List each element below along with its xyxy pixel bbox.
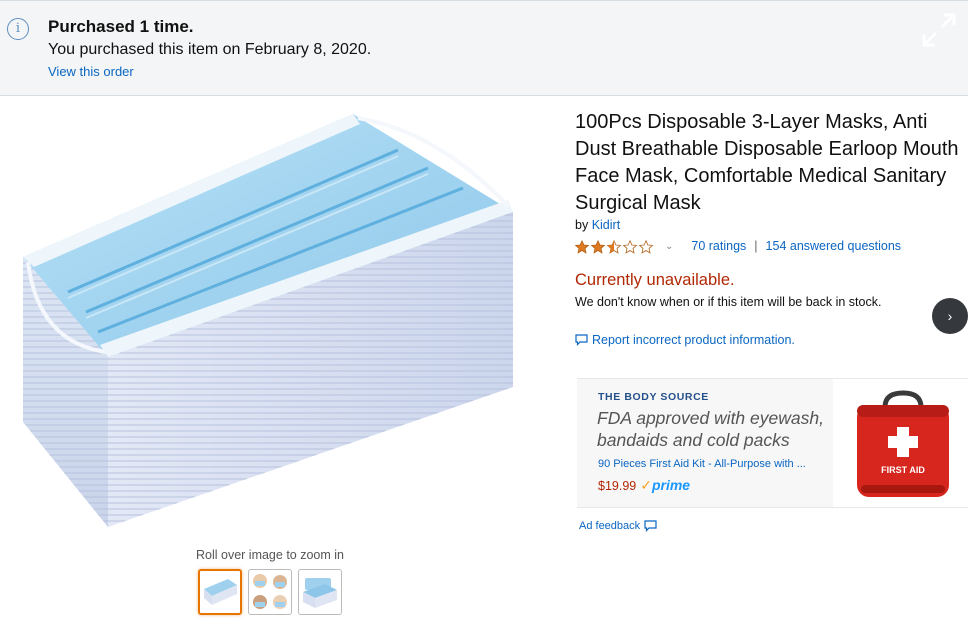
prime-badge: ✓prime <box>640 477 690 494</box>
ad-feedback-link[interactable]: Ad feedback <box>579 520 657 532</box>
rating-separator: | <box>754 239 758 253</box>
ratings-link[interactable]: 70 ratings <box>691 239 746 253</box>
first-aid-label: FIRST AID <box>881 465 925 475</box>
ad-product-link[interactable]: 90 Pieces First Aid Kit - All-Purpose wi… <box>598 458 806 470</box>
product-image[interactable] <box>8 102 538 542</box>
speech-bubble-icon <box>644 520 657 532</box>
prime-label: prime <box>651 477 691 493</box>
product-title: 100Pcs Disposable 3-Layer Masks, Anti Du… <box>575 111 959 214</box>
report-incorrect-info-link[interactable]: Report incorrect product information. <box>575 333 795 347</box>
ad-price: $19.99 <box>598 478 637 493</box>
availability-status: Currently unavailable. <box>575 271 735 289</box>
answered-questions-link[interactable]: 154 answered questions <box>766 239 902 253</box>
chevron-right-icon: › <box>947 308 953 324</box>
brand-link[interactable]: Kidirt <box>592 218 620 232</box>
purchase-banner: i Purchased 1 time. You purchased this i… <box>0 0 968 96</box>
expand-icon[interactable] <box>918 9 960 51</box>
thumbnail-mask-box[interactable] <box>298 569 342 615</box>
speech-bubble-icon <box>575 334 588 346</box>
info-icon: i <box>7 18 29 40</box>
thumbnail-mask-people[interactable] <box>248 569 292 615</box>
stock-note: We don't know when or if this item will … <box>575 295 882 309</box>
star-icons <box>575 239 653 253</box>
thumbnail-mask-stack[interactable] <box>198 569 242 615</box>
byline: by Kidirt <box>575 218 621 232</box>
chevron-down-icon: ⌄ <box>665 240 674 252</box>
ad-feedback-label: Ad feedback <box>579 520 641 532</box>
prime-check-icon: ✓ <box>640 477 652 493</box>
first-aid-kit-image: FIRST AID <box>857 390 949 497</box>
ad-headline: FDA approved with eyewash, bandaids and … <box>597 408 824 450</box>
report-link-label: Report incorrect product information. <box>592 333 795 347</box>
next-button[interactable]: › <box>932 298 968 334</box>
ad-brand: THE BODY SOURCE <box>598 391 709 403</box>
view-order-link[interactable]: View this order <box>48 64 134 79</box>
zoom-hint: Roll over image to zoom in <box>196 548 344 562</box>
star-rating[interactable]: ⌄ <box>575 239 673 254</box>
sponsored-ad[interactable]: THE BODY SOURCE FDA approved with eyewas… <box>577 378 968 508</box>
banner-text: You purchased this item on February 8, 2… <box>48 41 372 58</box>
banner-title: Purchased 1 time. <box>48 17 194 36</box>
rating-row: ⌄ 70 ratings | 154 answered questions <box>575 237 901 255</box>
ad-price-row: $19.99 ✓prime <box>598 477 690 494</box>
